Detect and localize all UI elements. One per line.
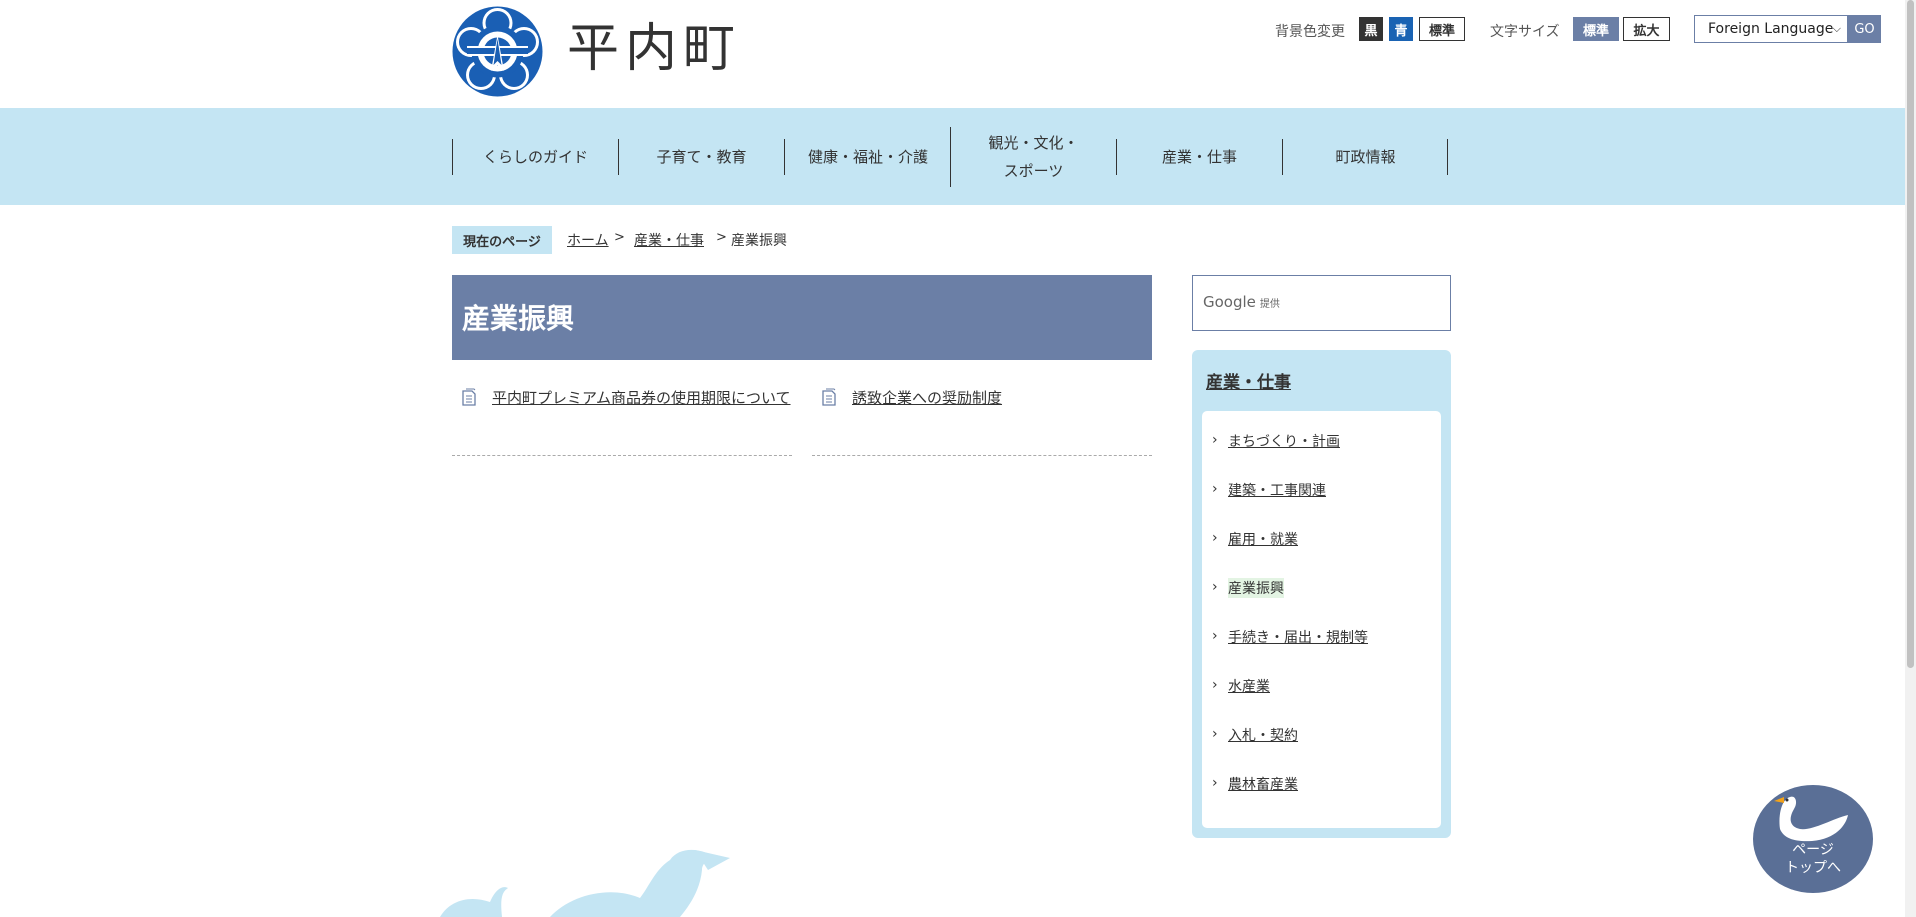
font-large-button[interactable]: 拡大 (1623, 17, 1670, 41)
bg-blue-button[interactable]: 青 (1389, 17, 1413, 41)
sidebar-title[interactable]: 産業・仕事 (1206, 368, 1291, 393)
breadcrumb-current: 産業振興 (731, 233, 787, 249)
search-input[interactable]: Google 提供 (1192, 275, 1451, 331)
document-icon (462, 388, 476, 406)
divider (452, 455, 792, 456)
sidebar-item-sangyo-shinko[interactable]: 産業振興 (1228, 578, 1284, 598)
sidebar-item-nyusatsu[interactable]: 入札・契約 (1228, 725, 1298, 745)
nav-item-kurashi[interactable]: くらしのガイド (452, 139, 618, 175)
breadcrumb-chevron-icon: > (614, 230, 625, 245)
language-select-value: Foreign Language (1708, 21, 1834, 37)
incentive-link[interactable]: 誘致企業への奨励制度 (852, 389, 1002, 407)
bg-color-label: 背景色変更 (1275, 24, 1345, 40)
chevron-right-icon: › (1212, 530, 1218, 546)
nav-item-chosei[interactable]: 町政情報 (1282, 139, 1448, 175)
page-title: 産業振興 (462, 302, 575, 335)
divider (812, 455, 1152, 456)
vertical-scrollbar[interactable] (1905, 0, 1916, 917)
page-top-button[interactable]: ページ トップへ (1752, 779, 1874, 894)
sidebar-item-machizukuri[interactable]: まちづくり・計画 (1228, 431, 1340, 451)
nav-item-kosodate[interactable]: 子育て・教育 (618, 139, 784, 175)
list-item-incentive[interactable]: 誘致企業への奨励制度 (852, 384, 1152, 412)
font-size-label: 文字サイズ (1490, 24, 1560, 40)
chevron-right-icon: › (1212, 628, 1218, 644)
go-button[interactable]: GO (1848, 15, 1881, 43)
premium-voucher-link[interactable]: 平内町プレミアム商品券の使用期限について (492, 389, 791, 407)
page-top-label: ページ トップへ (1785, 842, 1841, 876)
breadcrumb-chevron-icon: > (716, 230, 727, 245)
breadcrumb-home[interactable]: ホーム (567, 230, 609, 250)
font-standard-button[interactable]: 標準 (1573, 17, 1619, 41)
sidebar-item-tetsuzuki[interactable]: 手続き・届出・規制等 (1228, 627, 1368, 647)
bg-black-button[interactable]: 黒 (1359, 17, 1383, 41)
sidebar-item-koyo[interactable]: 雇用・就業 (1228, 529, 1298, 549)
sidebar-item-kenchiku[interactable]: 建築・工事関連 (1228, 480, 1326, 500)
bg-standard-button[interactable]: 標準 (1419, 17, 1465, 41)
chevron-down-icon: ⌵ (1832, 22, 1841, 35)
chevron-right-icon: › (1212, 579, 1218, 595)
town-emblem-logo[interactable] (451, 5, 544, 98)
document-icon (822, 388, 836, 406)
breadcrumb-label: 現在のページ (452, 226, 552, 254)
breadcrumb-parent-link[interactable]: 産業・仕事 (634, 233, 704, 249)
nav-item-sangyo[interactable]: 産業・仕事 (1116, 139, 1282, 175)
google-search-brand: Google 提供 (1203, 293, 1280, 311)
page-title-bar: 産業振興 (452, 275, 1152, 360)
breadcrumb-home-link[interactable]: ホーム (567, 233, 609, 249)
list-item-premium-voucher[interactable]: 平内町プレミアム商品券の使用期限について (492, 384, 792, 412)
chevron-right-icon: › (1212, 677, 1218, 693)
swan-decoration-image (440, 849, 730, 917)
sidebar-category-panel: 産業・仕事 › まちづくり・計画 › 建築・工事関連 › 雇用・就業 › 産業振… (1192, 350, 1451, 838)
site-name[interactable]: 平内町 (567, 14, 741, 84)
chevron-right-icon: › (1212, 775, 1218, 791)
chevron-right-icon: › (1212, 481, 1218, 497)
chevron-right-icon: › (1212, 432, 1218, 448)
breadcrumb-parent[interactable]: 産業・仕事 (634, 230, 704, 250)
language-select[interactable]: Foreign Language ⌵ (1694, 15, 1848, 43)
nav-item-kanko[interactable]: 観光・文化・ スポーツ (950, 127, 1116, 187)
nav-divider (1447, 139, 1448, 175)
global-nav: くらしのガイド 子育て・教育 健康・福祉・介護 観光・文化・ スポーツ 産業・仕… (0, 108, 1905, 205)
sidebar-item-suisan[interactable]: 水産業 (1228, 676, 1270, 696)
sidebar-item-norin[interactable]: 農林畜産業 (1228, 774, 1298, 794)
chevron-right-icon: › (1212, 726, 1218, 742)
scrollbar-thumb[interactable] (1907, 0, 1914, 668)
sidebar-list: › まちづくり・計画 › 建築・工事関連 › 雇用・就業 › 産業振興 › 手続… (1202, 411, 1441, 828)
nav-item-kenko[interactable]: 健康・福祉・介護 (784, 139, 951, 175)
